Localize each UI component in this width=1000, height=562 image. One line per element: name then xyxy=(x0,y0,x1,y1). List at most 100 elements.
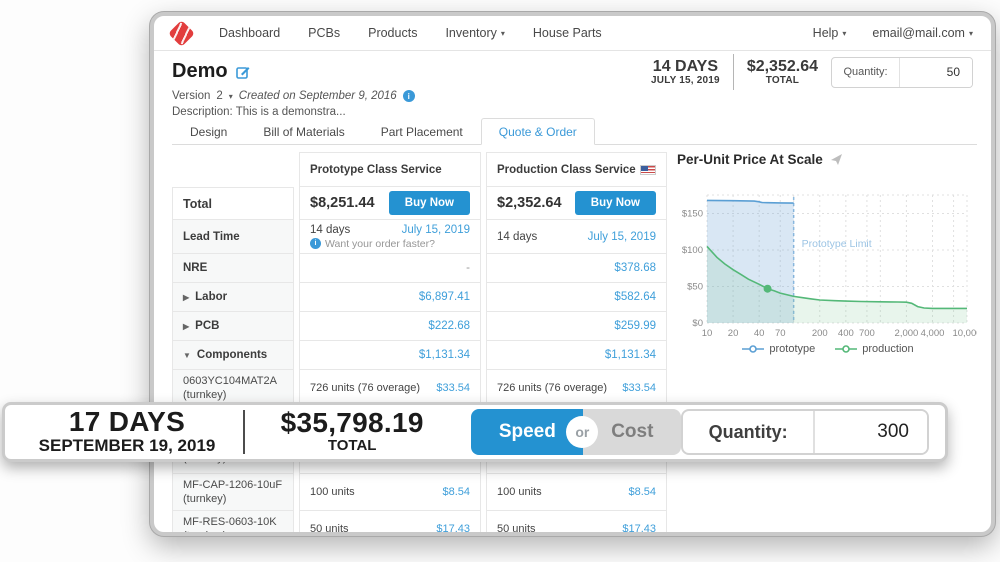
part-qty: 100 units xyxy=(310,486,355,498)
callout-lead-time: 17 DAYS SEPTEMBER 19, 2019 xyxy=(15,408,239,455)
nav-item-inventory[interactable]: Inventory▾ xyxy=(445,26,504,40)
row-label-components: Components xyxy=(197,349,267,361)
svg-text:400: 400 xyxy=(838,328,854,339)
us-flag-icon xyxy=(640,165,656,175)
account-label: email@mail.com xyxy=(872,26,965,40)
macrofab-logo-icon[interactable] xyxy=(168,20,195,47)
callout-days: 17 DAYS xyxy=(15,408,239,437)
part-qty: 50 units xyxy=(310,523,349,535)
production-total: $2,352.64 xyxy=(497,195,562,211)
help-label: Help xyxy=(813,26,839,40)
divider xyxy=(733,54,734,90)
table-row[interactable]: ▶PCB $222.68 $259.99 xyxy=(172,312,667,341)
tab-quote-and-order[interactable]: Quote & Order xyxy=(481,118,595,145)
callout-quantity-label: Quantity: xyxy=(683,411,815,453)
callout-quantity-box: Quantity: xyxy=(681,409,929,455)
order-faster-link[interactable]: Want your order faster? xyxy=(325,238,435,250)
components-production: $1,131.34 xyxy=(605,349,656,361)
divider xyxy=(243,410,245,454)
legend-label: production xyxy=(862,343,913,355)
version-label: Version xyxy=(172,90,210,102)
buy-now-prototype-button[interactable]: Buy Now xyxy=(389,191,470,215)
svg-text:$100: $100 xyxy=(682,245,703,256)
part-price: $17.43 xyxy=(622,523,656,535)
lead-days: 14 days xyxy=(497,231,537,243)
version-value: 2 xyxy=(216,90,222,102)
quantity-input[interactable] xyxy=(900,58,972,87)
lead-date: July 15, 2019 xyxy=(402,224,470,236)
tab-design[interactable]: Design xyxy=(172,118,245,145)
nav-item-products[interactable]: Products xyxy=(368,26,417,40)
svg-text:2,000: 2,000 xyxy=(895,328,919,339)
production-column-header: Production Class Service xyxy=(486,152,667,187)
row-label-pcb: PCB xyxy=(195,320,219,332)
svg-text:40: 40 xyxy=(754,328,765,339)
prototype-column-header: Prototype Class Service xyxy=(299,152,481,187)
pcb-production: $259.99 xyxy=(614,320,656,332)
prototype-total-cell: $8,251.44 Buy Now xyxy=(299,187,481,220)
account-menu[interactable]: email@mail.com▾ xyxy=(872,26,973,40)
callout-quantity-input[interactable] xyxy=(815,411,927,453)
summary-date: JULY 15, 2019 xyxy=(651,75,720,86)
quantity-box: Quantity: xyxy=(831,57,973,88)
nav-label: PCBs xyxy=(308,26,340,40)
nav-item-dashboard[interactable]: Dashboard xyxy=(219,26,280,40)
summary-total: $2,352.64 xyxy=(747,58,818,76)
chevron-down-icon[interactable]: ▾ xyxy=(229,92,233,101)
summary-total-label: TOTAL xyxy=(747,75,818,86)
tab-bill-of-materials[interactable]: Bill of Materials xyxy=(245,118,362,145)
svg-text:700: 700 xyxy=(859,328,875,339)
legend-item-production[interactable]: production xyxy=(835,343,913,355)
tab-part-placement[interactable]: Part Placement xyxy=(363,118,481,145)
labor-prototype: $6,897.41 xyxy=(419,291,470,303)
part-price: $33.54 xyxy=(622,382,656,394)
legend-item-prototype[interactable]: prototype xyxy=(742,343,815,355)
share-icon[interactable] xyxy=(830,153,843,166)
nav-item-pcbs[interactable]: PCBs xyxy=(308,26,340,40)
help-menu[interactable]: Help▾ xyxy=(813,26,847,40)
cost-toggle-button[interactable]: Cost xyxy=(583,409,681,455)
nav-label: Products xyxy=(368,26,417,40)
production-total-cell: $2,352.64 Buy Now xyxy=(486,187,667,220)
legend-label: prototype xyxy=(769,343,815,355)
table-row: MF-CAP-1206-10uF(turnkey) 100 units$8.54… xyxy=(172,474,667,511)
edit-icon[interactable] xyxy=(236,65,250,79)
prototype-legend-marker xyxy=(742,344,764,354)
part-qty: 50 units xyxy=(497,523,536,535)
nav-label: Dashboard xyxy=(219,26,280,40)
info-icon[interactable]: i xyxy=(310,238,321,249)
table-row: NRE - $378.68 xyxy=(172,254,667,283)
top-nav: Dashboard PCBs Products Inventory▾ House… xyxy=(154,16,991,51)
lead-days: 14 days xyxy=(310,224,350,236)
prototype-lead-cell: 14 days July 15, 2019 i Want your order fa… xyxy=(299,220,481,254)
nav-item-house-parts[interactable]: House Parts xyxy=(533,26,602,40)
speed-cost-toggle: Speed Cost or xyxy=(471,409,681,455)
nav-label: Inventory xyxy=(445,26,496,40)
buy-now-production-button[interactable]: Buy Now xyxy=(575,191,656,215)
quantity-label: Quantity: xyxy=(832,58,900,87)
column-title: Production Class Service xyxy=(497,164,636,176)
nre-production: $378.68 xyxy=(614,262,656,274)
nav-label: House Parts xyxy=(533,26,602,40)
table-row[interactable]: ▼Components $1,131.34 $1,131.34 xyxy=(172,341,667,370)
table-row[interactable]: ▶Labor $6,897.41 $582.64 xyxy=(172,283,667,312)
callout-total-block: $35,798.19 TOTAL xyxy=(249,409,455,454)
info-icon[interactable]: i xyxy=(403,90,415,102)
chart-plot: $0$50$100$150102040702004007002,0004,000… xyxy=(677,171,977,341)
table-row: Lead Time 14 daysJuly 15, 2019 iWant you… xyxy=(172,220,667,254)
chevron-right-icon: ▶ xyxy=(183,322,189,331)
created-date: Created on September 9, 2016 xyxy=(239,90,397,102)
svg-text:$150: $150 xyxy=(682,209,703,220)
row-label-total: Total xyxy=(172,187,294,220)
row-label-nre: NRE xyxy=(172,254,294,283)
part-sourcing: (turnkey) xyxy=(183,529,226,536)
table-row: MF-RES-0603-10K(turnkey) 50 units$17.43 … xyxy=(172,511,667,536)
part-number: MF-RES-0603-10K xyxy=(183,515,277,529)
per-unit-price-chart: Per-Unit Price At Scale $0$50$100$150102… xyxy=(677,152,979,355)
part-price: $8.54 xyxy=(628,486,656,498)
svg-text:4,000: 4,000 xyxy=(921,328,945,339)
nre-prototype: - xyxy=(466,262,470,274)
quote-callout-bar: 17 DAYS SEPTEMBER 19, 2019 $35,798.19 TO… xyxy=(2,402,948,462)
page-title: Demo xyxy=(172,60,228,83)
prototype-total: $8,251.44 xyxy=(310,195,375,211)
